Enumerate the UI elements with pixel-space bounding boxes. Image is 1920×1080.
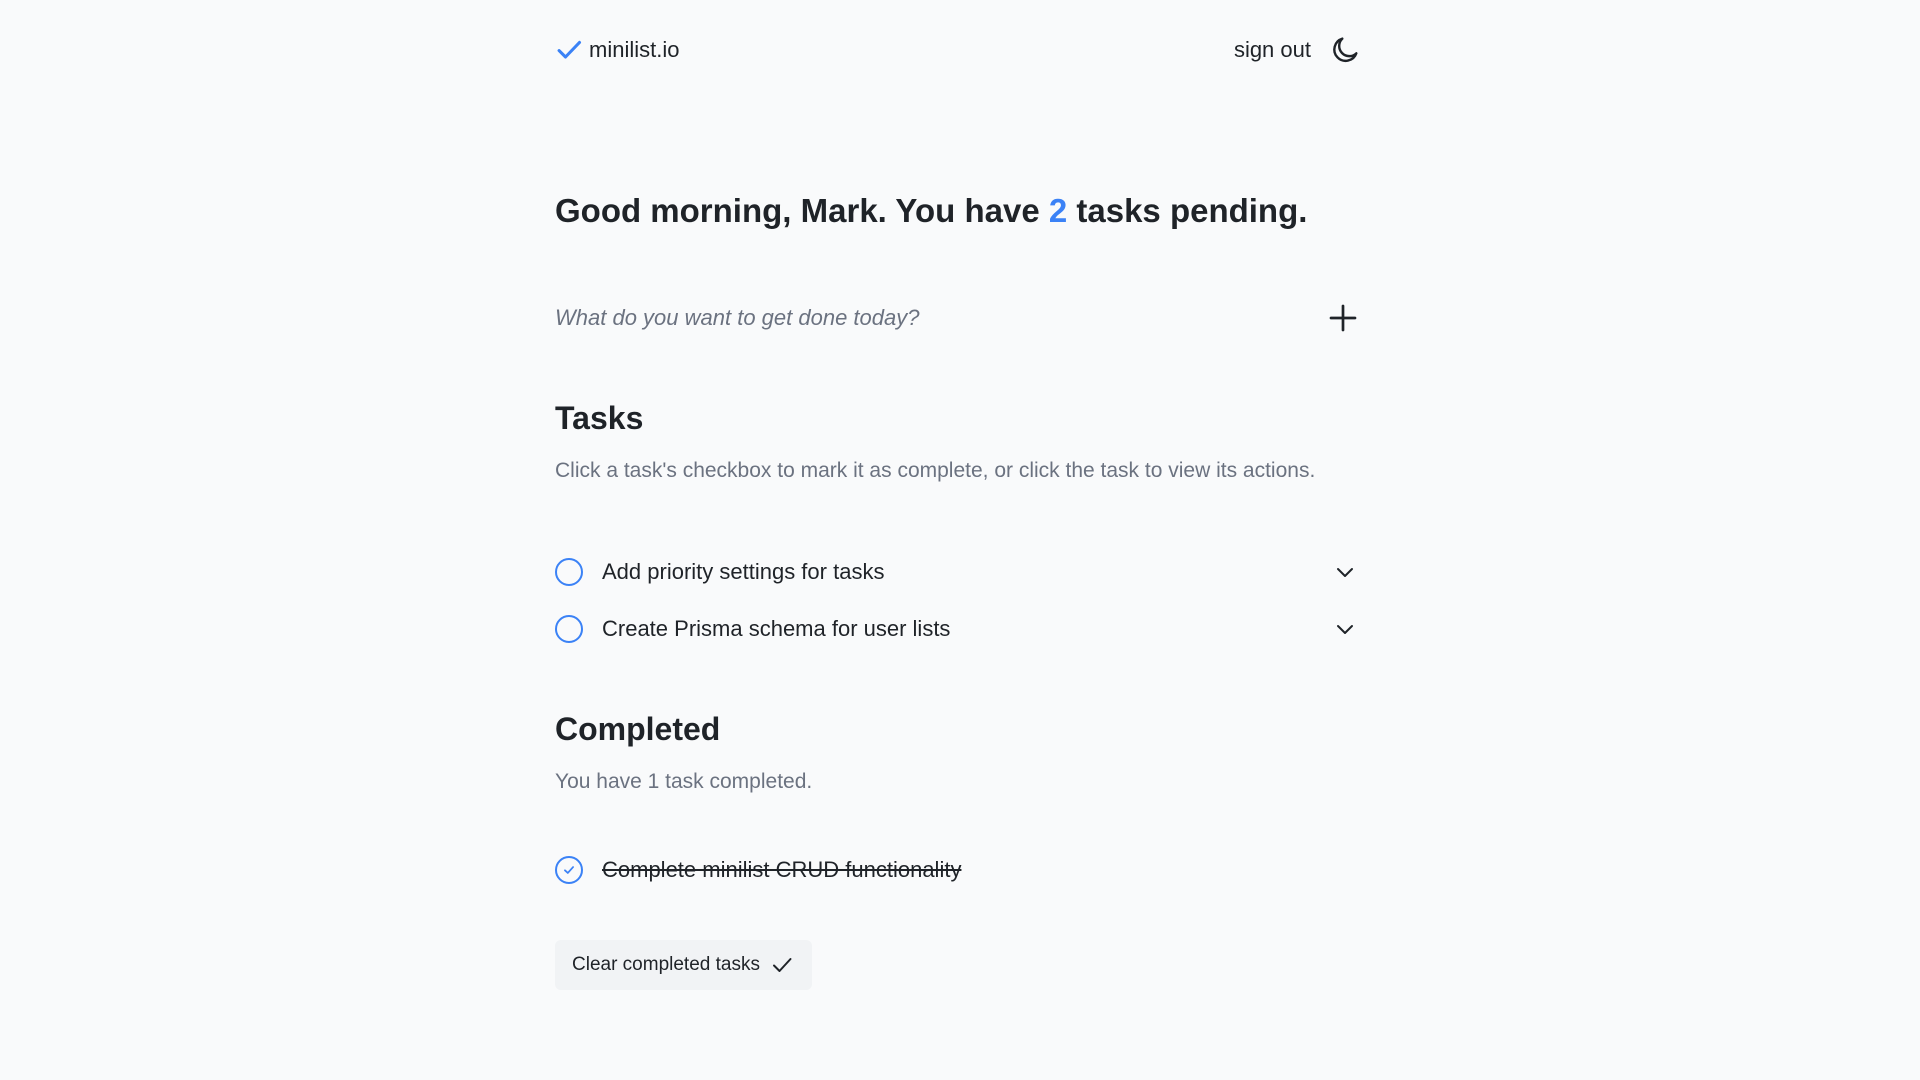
check-icon [557,40,582,59]
greeting-prefix: Good morning, Mark. You have [555,192,1049,229]
completed-task-item[interactable]: Complete minilist CRUD functionality [555,850,1361,890]
clear-completed-label: Clear completed tasks [572,954,760,975]
completed-summary: You have 1 task completed. [555,770,813,793]
task-label: Create Prisma schema for user lists [602,616,951,641]
chevron-down-icon[interactable] [1333,617,1357,641]
clear-completed-button[interactable]: Clear completed tasks [555,940,812,990]
brand-logo-link[interactable]: minilist.io [555,36,679,64]
completed-checkbox[interactable] [555,856,583,884]
task-checkbox[interactable] [555,615,583,643]
header: minilist.io sign out [555,30,1361,70]
new-task-form [555,298,1361,340]
check-circle-icon [564,866,574,874]
new-task-input[interactable] [555,298,1275,338]
completed-heading: Completed [555,711,721,747]
task-checkbox[interactable] [555,558,583,586]
greeting-suffix: tasks pending. [1067,192,1308,229]
completed-task-label: Complete minilist CRUD functionality [602,857,962,882]
brand-name: minilist.io [589,37,680,62]
pending-count: 2 [1048,192,1068,229]
tasks-heading: Tasks [555,400,644,436]
task-item[interactable]: Create Prisma schema for user lists [555,609,1361,649]
plus-icon[interactable] [1325,300,1361,336]
moon-icon[interactable] [1329,34,1361,66]
app-page: minilist.io sign out Good morning, Mark.… [0,0,1920,1080]
tasks-instructions: Click a task's checkbox to mark it as co… [555,459,1316,482]
task-item[interactable]: Add priority settings for tasks [555,552,1361,592]
check-icon [772,958,792,972]
header-actions: sign out [1234,34,1361,66]
task-label: Add priority settings for tasks [602,559,885,584]
sign-out-link[interactable]: sign out [1234,37,1311,63]
greeting-heading: Good morning, Mark. You have 2 tasks pen… [555,192,1307,230]
chevron-down-icon[interactable] [1333,560,1357,584]
